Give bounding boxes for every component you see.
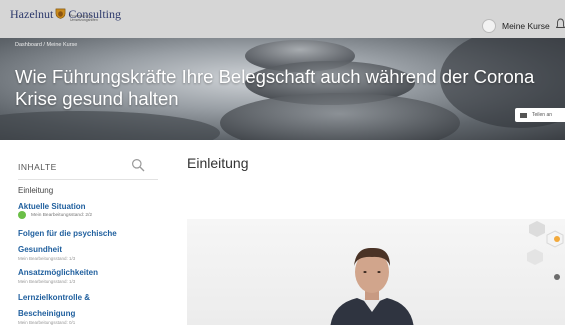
breadcrumb[interactable]: Dashboard / Meine Kurse <box>15 42 77 48</box>
share-button-label: Teilen an <box>532 112 553 118</box>
hero-banner: Dashboard / Meine Kurse Wie Führungskräf… <box>0 38 565 140</box>
sidebar-header: INHALTE <box>18 162 57 172</box>
course-title-line-2: Krise gesund halten <box>15 88 179 109</box>
page-title: Einleitung <box>187 155 249 171</box>
share-icon <box>520 112 527 118</box>
check-icon <box>18 211 26 219</box>
sidebar-item-ansatzmoeglichkeiten[interactable]: Ansatzmöglichkeiten <box>18 268 98 277</box>
sidebar-item-status: Mein Bearbeitungsstand: 2/2 <box>31 213 93 218</box>
my-courses-link[interactable]: Meine Kurse <box>502 21 550 31</box>
sidebar-item-lernzielkontrolle[interactable]: Lernzielkontrolle & <box>18 293 90 302</box>
avatar[interactable] <box>482 19 496 33</box>
sidebar-item-gesundheit[interactable]: Gesundheit <box>18 245 62 254</box>
top-bar: Hazelnut Consulting Prozesse und Umsetzu… <box>0 0 565 38</box>
sidebar-item-folgen[interactable]: Folgen für die psychische <box>18 229 117 238</box>
bell-icon[interactable] <box>556 18 565 30</box>
course-title-line-1: Wie Führungskräfte Ihre Belegschaft auch… <box>15 66 535 87</box>
sidebar-item-status: Mein Bearbeitungsstand: 1/3 <box>18 279 76 284</box>
sidebar-item-bescheinigung[interactable]: Bescheinigung <box>18 309 75 318</box>
sidebar-item-status: Mein Bearbeitungsstand: 1/3 <box>18 256 76 261</box>
hexagon-decoration <box>527 221 564 280</box>
course-title: Wie Führungskräfte Ihre Belegschaft auch… <box>15 66 565 110</box>
sidebar-item-einleitung[interactable]: Einleitung <box>18 186 53 195</box>
sidebar: INHALTE Einleitung Aktuelle Situation Me… <box>0 140 160 325</box>
share-button[interactable]: Teilen an <box>515 108 565 122</box>
search-icon[interactable] <box>131 158 145 172</box>
hazelnut-shield-icon <box>55 8 66 19</box>
divider <box>18 179 158 180</box>
logo-subtitle: Prozesse und Umsetzungshilfen <box>70 14 98 22</box>
video-player[interactable] <box>187 219 565 325</box>
sidebar-item-aktuelle-situation[interactable]: Aktuelle Situation <box>18 202 86 211</box>
logo-left-word: Hazelnut <box>10 7 54 21</box>
sidebar-item-status: Mein Bearbeitungsstand: 0/1 <box>18 320 76 325</box>
presenter-video-frame <box>330 247 414 325</box>
